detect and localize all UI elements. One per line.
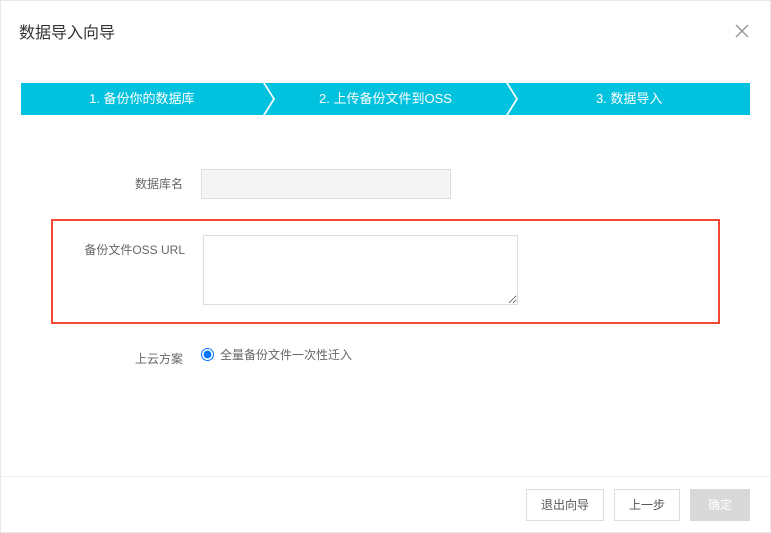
dialog-title: 数据导入向导 [19, 19, 115, 43]
plan-label: 上云方案 [1, 344, 201, 367]
step-label: 2. 上传备份文件到OSS [319, 91, 452, 106]
plan-radio-label: 全量备份文件一次性迁入 [220, 346, 352, 363]
oss-url-label: 备份文件OSS URL [53, 235, 203, 258]
plan-option-full[interactable]: 全量备份文件一次性迁入 [201, 346, 352, 363]
db-name-input [201, 169, 451, 199]
step-2[interactable]: 2. 上传备份文件到OSS [265, 83, 507, 115]
step-label: 3. 数据导入 [596, 91, 662, 106]
ok-button[interactable]: 确定 [690, 489, 750, 521]
wizard-form: 数据库名 备份文件OSS URL 上云方案 全量备份文件一次性迁入 [1, 169, 770, 367]
row-db-name: 数据库名 [1, 169, 770, 199]
exit-wizard-button[interactable]: 退出向导 [526, 489, 604, 521]
step-label: 1. 备份你的数据库 [89, 91, 194, 106]
row-plan: 上云方案 全量备份文件一次性迁入 [1, 344, 770, 367]
step-3[interactable]: 3. 数据导入 [508, 83, 750, 115]
close-icon[interactable] [730, 19, 754, 43]
row-oss-url: 备份文件OSS URL [53, 235, 718, 310]
dialog-footer: 退出向导 上一步 确定 [1, 476, 770, 532]
import-wizard-dialog: 数据导入向导 1. 备份你的数据库 2. 上传备份文件到OSS 3. 数据导入 … [0, 0, 771, 533]
prev-step-button[interactable]: 上一步 [614, 489, 680, 521]
wizard-steps: 1. 备份你的数据库 2. 上传备份文件到OSS 3. 数据导入 [21, 83, 750, 115]
dialog-header: 数据导入向导 [1, 1, 770, 61]
plan-radio[interactable] [201, 348, 214, 361]
highlighted-section: 备份文件OSS URL [51, 219, 720, 324]
step-1[interactable]: 1. 备份你的数据库 [21, 83, 263, 115]
db-name-label: 数据库名 [1, 169, 201, 192]
oss-url-textarea[interactable] [203, 235, 518, 305]
